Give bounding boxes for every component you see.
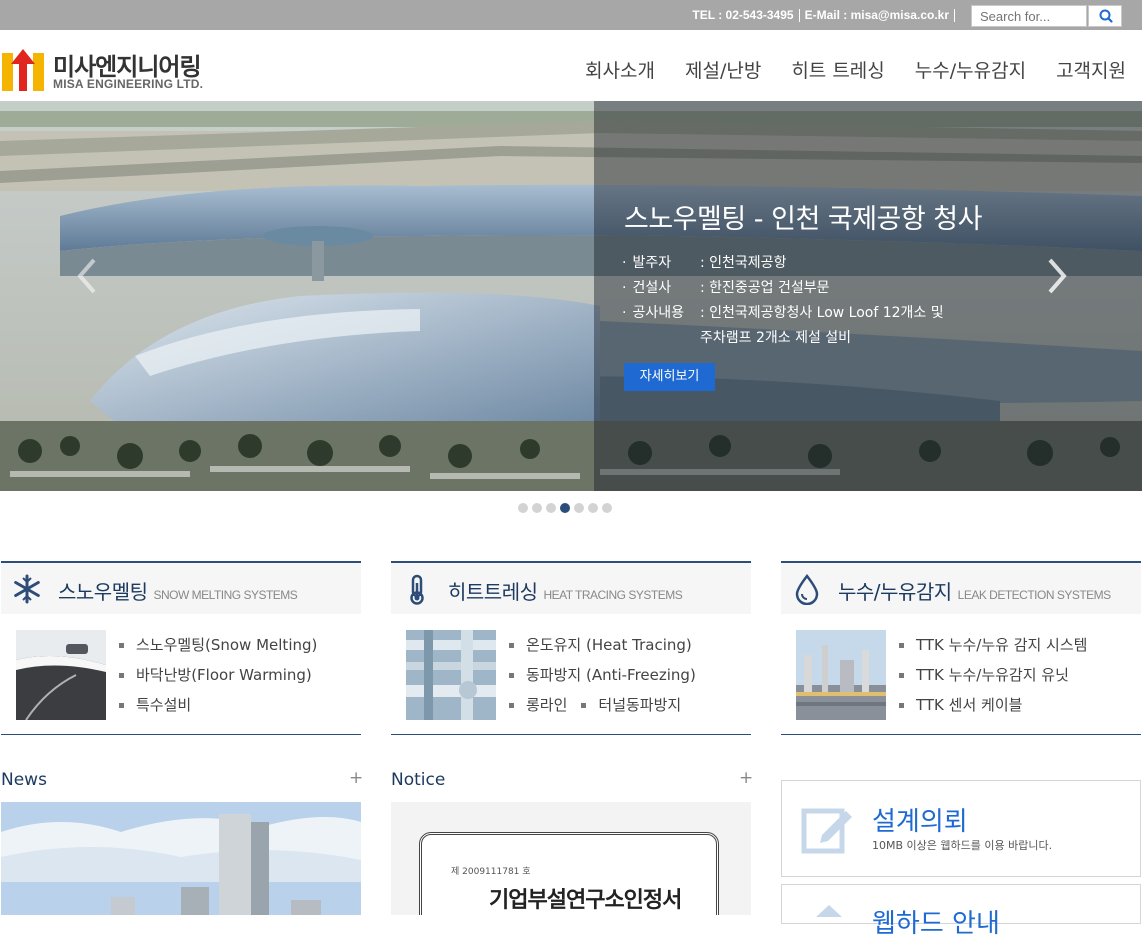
certificate-title: 기업부설연구소인정서 bbox=[489, 888, 682, 913]
news-more-button[interactable]: + bbox=[349, 768, 363, 788]
slider-dot[interactable] bbox=[574, 503, 584, 513]
hero-info-value: : 인천국제공항 bbox=[700, 255, 787, 271]
category-title-text: 스노우멜팅 bbox=[58, 580, 148, 604]
notice-title[interactable]: Notice bbox=[391, 770, 445, 790]
news-buildings-image bbox=[1, 802, 361, 915]
category-title: 누수/누유감지 LEAK DETECTION SYSTEMS bbox=[838, 576, 1111, 605]
slider-dot[interactable] bbox=[518, 503, 528, 513]
category-title-text: 히트트레싱 bbox=[448, 580, 538, 604]
category-title: 스노우멜팅 SNOW MELTING SYSTEMS bbox=[58, 576, 298, 605]
design-request-title: 설계의뢰 bbox=[872, 807, 968, 837]
thermometer-icon bbox=[410, 574, 424, 605]
nav-item-company[interactable]: 회사소개 bbox=[585, 56, 655, 83]
design-request-box[interactable]: 설계의뢰 10MB 이상은 웹하드를 이용 바랍니다. bbox=[781, 780, 1141, 877]
category-link[interactable]: TTK 센서 케이블 bbox=[899, 693, 1087, 723]
main-nav: 회사소개 제설/난방 히트 트레싱 누수/누유감지 고객지원 bbox=[585, 56, 1126, 83]
category-title: 히트트레싱 HEAT TRACING SYSTEMS bbox=[448, 576, 683, 605]
slider-dot[interactable] bbox=[532, 503, 542, 513]
slider-pagination bbox=[518, 503, 612, 513]
category-link-pair: 롱라인 터널동파방지 bbox=[509, 693, 696, 723]
search-input[interactable] bbox=[971, 5, 1087, 27]
category-link[interactable]: 롱라인 bbox=[509, 693, 567, 723]
hero-info-key: 건설사 bbox=[622, 276, 700, 301]
category-title-text: 누수/누유감지 bbox=[838, 580, 952, 604]
contact-info: TEL : 02-543-3495 E-Mail : misa@misa.co.k… bbox=[692, 0, 960, 30]
hero-prev-arrow-icon[interactable] bbox=[72, 256, 102, 296]
category-link[interactable]: 동파방지 (Anti-Freezing) bbox=[509, 663, 696, 693]
hero-info-row: 공사내용: 인천국제공항청사 Low Loof 12개소 및 bbox=[622, 301, 944, 326]
email-text: E-Mail : misa@misa.co.kr bbox=[804, 8, 949, 22]
hero-info-row: 주차램프 2개소 제설 설비 bbox=[622, 326, 944, 351]
category-link[interactable]: 스노우멜팅(Snow Melting) bbox=[119, 633, 317, 663]
hero-detail-button[interactable]: 자세히보기 bbox=[624, 363, 715, 391]
category-link[interactable]: TTK 누수/누유 감지 시스템 bbox=[899, 633, 1087, 663]
hero-info-indent bbox=[622, 326, 700, 351]
snowflake-icon bbox=[14, 574, 40, 604]
certificate-number: 제 2009111781 호 bbox=[451, 867, 531, 877]
hero-info-row: 발주자: 인천국제공항 bbox=[622, 251, 944, 276]
category-link[interactable]: 온도유지 (Heat Tracing) bbox=[509, 633, 696, 663]
category-snow-melting: 스노우멜팅 SNOW MELTING SYSTEMS 스노우멜팅(Snow Mel… bbox=[1, 561, 361, 735]
design-request-desc: 10MB 이상은 웹하드를 이용 바랍니다. bbox=[872, 839, 1053, 852]
webhard-box[interactable]: 웹하드 안내 bbox=[781, 884, 1141, 939]
category-header[interactable]: 스노우멜팅 SNOW MELTING SYSTEMS bbox=[1, 561, 361, 614]
refinery-thumbnail[interactable] bbox=[796, 630, 886, 720]
nav-item-heat-tracing[interactable]: 히트 트레싱 bbox=[791, 56, 884, 83]
category-link[interactable]: 특수설비 bbox=[119, 693, 317, 723]
category-heat-tracing: 히트트레싱 HEAT TRACING SYSTEMS 온도유지 (Heat Tra… bbox=[391, 561, 751, 735]
notice-more-button[interactable]: + bbox=[739, 768, 753, 788]
hero-slider: 스노우멜팅 - 인천 국제공항 청사 발주자: 인천국제공항 건설사: 한진중공… bbox=[0, 101, 1142, 491]
hero-next-arrow-icon[interactable] bbox=[1042, 256, 1072, 296]
hero-info-key: 공사내용 bbox=[622, 301, 700, 326]
nav-item-leak-detection[interactable]: 누수/누유감지 bbox=[915, 56, 1026, 83]
industrial-pipes-thumbnail[interactable] bbox=[406, 630, 496, 720]
slider-dot[interactable] bbox=[546, 503, 556, 513]
hero-info-value: : 한진중공업 건설부문 bbox=[700, 280, 830, 296]
category-link-list: 온도유지 (Heat Tracing) 동파방지 (Anti-Freezing)… bbox=[509, 633, 696, 723]
category-leak-detection: 누수/누유감지 LEAK DETECTION SYSTEMS TTK 누수/누유 … bbox=[781, 561, 1141, 735]
category-link[interactable]: TTK 누수/누유감지 유닛 bbox=[899, 663, 1087, 693]
slider-dot[interactable] bbox=[602, 503, 612, 513]
category-link[interactable]: 바닥난방(Floor Warming) bbox=[119, 663, 317, 693]
upload-icon bbox=[816, 905, 842, 917]
edit-icon bbox=[801, 808, 852, 854]
search-icon bbox=[1099, 9, 1113, 23]
news-title[interactable]: News bbox=[1, 770, 47, 790]
category-link[interactable]: 터널동파방지 bbox=[581, 693, 681, 723]
notice-image[interactable]: 제 2009111781 호 기업부설연구소인정서 bbox=[391, 802, 751, 915]
category-subtitle: HEAT TRACING SYSTEMS bbox=[543, 588, 683, 602]
water-drop-icon bbox=[795, 573, 819, 605]
news-image[interactable] bbox=[1, 802, 361, 915]
logo-name-english: MISA ENGINEERING LTD. bbox=[53, 77, 204, 91]
hero-info-key: 발주자 bbox=[622, 251, 700, 276]
hero-info-row: 건설사: 한진중공업 건설부문 bbox=[622, 276, 944, 301]
slider-dot[interactable] bbox=[588, 503, 598, 513]
hero-info-value: 주차램프 2개소 제설 설비 bbox=[700, 330, 852, 346]
logo-mark-icon bbox=[2, 49, 44, 91]
hero-info-value: : 인천국제공항청사 Low Loof 12개소 및 bbox=[700, 305, 944, 321]
webhard-title: 웹하드 안내 bbox=[872, 909, 1000, 939]
category-subtitle: SNOW MELTING SYSTEMS bbox=[153, 588, 298, 602]
slider-dot-active[interactable] bbox=[560, 503, 570, 513]
hero-title: 스노우멜팅 - 인천 국제공항 청사 bbox=[624, 204, 983, 235]
nav-item-support[interactable]: 고객지원 bbox=[1056, 56, 1126, 83]
category-header[interactable]: 히트트레싱 HEAT TRACING SYSTEMS bbox=[391, 561, 751, 614]
snow-road-thumbnail[interactable] bbox=[16, 630, 106, 720]
logo[interactable]: 미사엔지니어링 MISA ENGINEERING LTD. bbox=[2, 44, 212, 94]
tel-text: TEL : 02-543-3495 bbox=[692, 8, 794, 22]
hero-project-info: 발주자: 인천국제공항 건설사: 한진중공업 건설부문 공사내용: 인천국제공항… bbox=[622, 251, 944, 351]
category-link-list: 스노우멜팅(Snow Melting) 바닥난방(Floor Warming) … bbox=[119, 633, 317, 723]
nav-item-snow-heating[interactable]: 제설/난방 bbox=[685, 56, 761, 83]
category-subtitle: LEAK DETECTION SYSTEMS bbox=[957, 588, 1112, 602]
search-button[interactable] bbox=[1088, 5, 1122, 27]
category-header[interactable]: 누수/누유감지 LEAK DETECTION SYSTEMS bbox=[781, 561, 1141, 614]
category-link-list: TTK 누수/누유 감지 시스템 TTK 누수/누유감지 유닛 TTK 센서 케… bbox=[899, 633, 1087, 723]
top-bar: TEL : 02-543-3495 E-Mail : misa@misa.co.k… bbox=[0, 0, 1142, 30]
